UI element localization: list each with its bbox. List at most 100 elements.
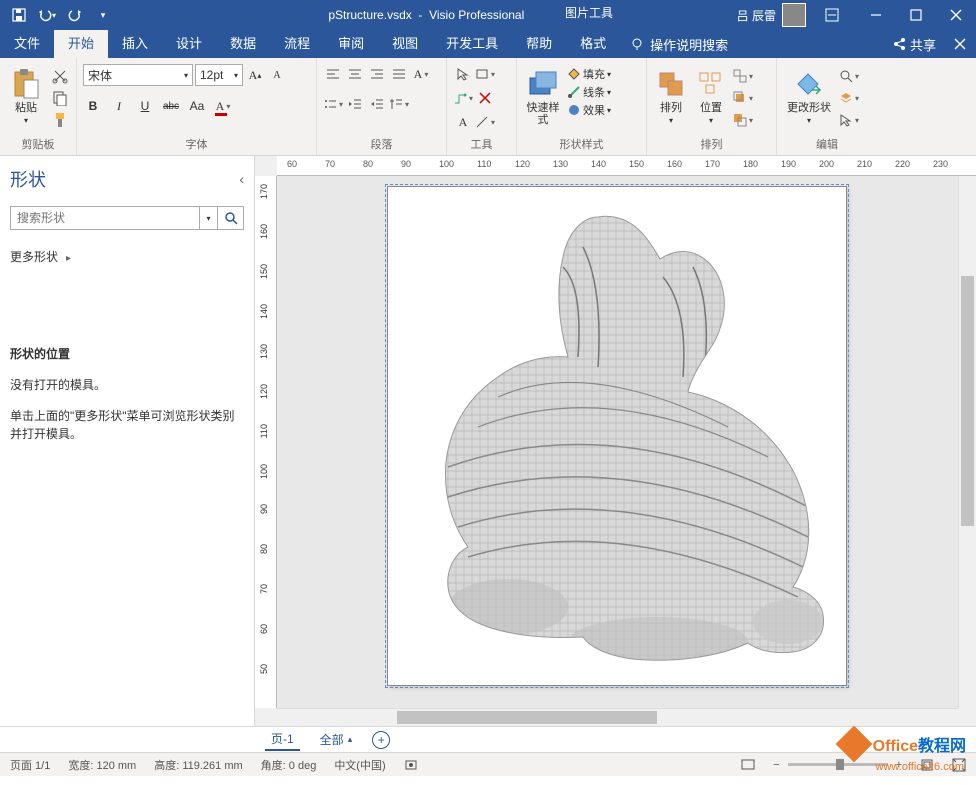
presentation-mode-icon[interactable]: [741, 758, 755, 772]
tab-devtools[interactable]: 开发工具: [432, 30, 512, 58]
voxel-bunny-image[interactable]: [408, 207, 828, 667]
save-button[interactable]: [6, 2, 32, 28]
layers-icon: [839, 91, 853, 105]
change-case-button[interactable]: Aa: [187, 96, 207, 116]
bullets-icon: [323, 97, 337, 111]
effects-button[interactable]: 效果▾: [567, 102, 623, 118]
status-language[interactable]: 中文(中国): [334, 757, 385, 773]
align-left-button[interactable]: [323, 64, 343, 84]
tab-file[interactable]: 文件: [0, 30, 54, 58]
line-spacing-button[interactable]: [389, 94, 409, 114]
status-page[interactable]: 页面 1/1: [10, 757, 50, 773]
position-icon: [698, 71, 724, 97]
scrollbar-horizontal[interactable]: [277, 708, 958, 726]
shapes-search-button[interactable]: [218, 206, 244, 230]
layers-button[interactable]: [839, 88, 859, 108]
page-tabs-bar: 页-1 全部 ▴ +: [0, 726, 976, 752]
scrollbar-vertical[interactable]: [958, 176, 976, 708]
zoom-slider[interactable]: [788, 763, 888, 766]
connector-tool-button[interactable]: [453, 88, 473, 108]
scroll-thumb-v[interactable]: [961, 276, 974, 526]
maximize-button[interactable]: [896, 0, 936, 30]
arrange-button[interactable]: 排列▾: [653, 62, 689, 125]
qat-customize-button[interactable]: ▾: [90, 2, 116, 28]
quick-styles-button[interactable]: 快速样式: [523, 62, 563, 126]
tab-data[interactable]: 数据: [216, 30, 270, 58]
canvas-area: 6070809010011012013014015016017018019020…: [255, 156, 976, 726]
add-page-button[interactable]: +: [372, 731, 390, 749]
tab-format[interactable]: 格式: [566, 30, 620, 58]
font-color-button[interactable]: A: [213, 96, 233, 116]
avatar[interactable]: [782, 3, 806, 27]
tab-help[interactable]: 帮助: [512, 30, 566, 58]
increase-indent-button[interactable]: [367, 94, 387, 114]
decrease-font-button[interactable]: A: [267, 65, 287, 85]
redo-button[interactable]: [62, 2, 88, 28]
connect-button[interactable]: [475, 112, 495, 132]
zoom-out-button[interactable]: −: [773, 759, 779, 771]
page-tab-1[interactable]: 页-1: [265, 728, 300, 751]
align-left-icon: [326, 67, 340, 81]
collapse-shapes-icon[interactable]: ‹: [239, 171, 244, 187]
share-button[interactable]: 共享: [892, 35, 936, 54]
align-center-button[interactable]: [345, 64, 365, 84]
copy-button[interactable]: [50, 88, 70, 108]
send-back-button[interactable]: [733, 110, 753, 130]
text-direction-button[interactable]: A: [411, 64, 431, 84]
group-button[interactable]: [733, 66, 753, 86]
line-button[interactable]: 线条▾: [567, 84, 623, 100]
select-button[interactable]: [839, 110, 859, 130]
window-title: pStructure.vsdx - Visio Professional: [116, 8, 737, 22]
italic-button[interactable]: I: [109, 96, 129, 116]
group-tools: A 工具: [447, 58, 517, 155]
tab-process[interactable]: 流程: [270, 30, 324, 58]
text-button[interactable]: A: [453, 112, 473, 132]
justify-button[interactable]: [389, 64, 409, 84]
paste-button[interactable]: 粘贴 ▾: [6, 62, 46, 125]
change-shape-button[interactable]: 更改形状▾: [783, 62, 835, 125]
align-right-button[interactable]: [367, 64, 387, 84]
macro-recorder-icon[interactable]: [404, 758, 418, 772]
tab-insert[interactable]: 插入: [108, 30, 162, 58]
group-font: 宋体▾ 12pt▾ A▴ A B I U abc Aa A 字体: [77, 58, 317, 155]
text-tool-button[interactable]: [475, 88, 495, 108]
fill-button[interactable]: 填充▾: [567, 66, 623, 82]
all-pages-button[interactable]: 全部 ▴: [320, 731, 353, 748]
format-painter-button[interactable]: [50, 110, 70, 130]
rectangle-tool-button[interactable]: [475, 64, 495, 84]
tab-design[interactable]: 设计: [162, 30, 216, 58]
pointer-tool-button[interactable]: [453, 64, 473, 84]
minimize-button[interactable]: [856, 0, 896, 30]
tab-view[interactable]: 视图: [378, 30, 432, 58]
ribbon-display-icon[interactable]: [812, 0, 852, 30]
zoom-handle[interactable]: [836, 759, 844, 770]
close-button[interactable]: [936, 0, 976, 30]
watermark-text1: Office: [873, 738, 918, 755]
bring-front-button[interactable]: [733, 88, 753, 108]
chevron-up-icon: ▴: [348, 734, 353, 745]
increase-font-button[interactable]: A▴: [245, 65, 265, 85]
position-button[interactable]: 位置▾: [693, 62, 729, 125]
font-name-select[interactable]: 宋体▾: [83, 64, 193, 86]
find-button[interactable]: [839, 66, 859, 86]
tab-home[interactable]: 开始: [54, 30, 108, 58]
group-edit: 更改形状▾ 编辑: [777, 58, 877, 155]
cut-button[interactable]: [50, 66, 70, 86]
undo-button[interactable]: ▾: [34, 2, 60, 28]
underline-button[interactable]: U: [135, 96, 155, 116]
collapse-ribbon-icon[interactable]: [954, 38, 966, 50]
strikethrough-button[interactable]: abc: [161, 96, 181, 116]
bold-button[interactable]: B: [83, 96, 103, 116]
status-width: 宽度: 120 mm: [68, 757, 136, 773]
more-shapes-menu[interactable]: 更多形状: [10, 248, 244, 265]
scroll-thumb-h[interactable]: [397, 711, 657, 724]
shapes-search-dropdown[interactable]: ▾: [200, 206, 218, 230]
bullets-button[interactable]: [323, 94, 343, 114]
tell-me-search[interactable]: 操作说明搜索: [620, 35, 738, 54]
drawing-surface[interactable]: [277, 176, 958, 708]
connector-icon: [453, 91, 467, 105]
shapes-search-input[interactable]: [10, 206, 200, 230]
font-size-select[interactable]: 12pt▾: [195, 64, 243, 86]
decrease-indent-button[interactable]: [345, 94, 365, 114]
tab-review[interactable]: 审阅: [324, 30, 378, 58]
